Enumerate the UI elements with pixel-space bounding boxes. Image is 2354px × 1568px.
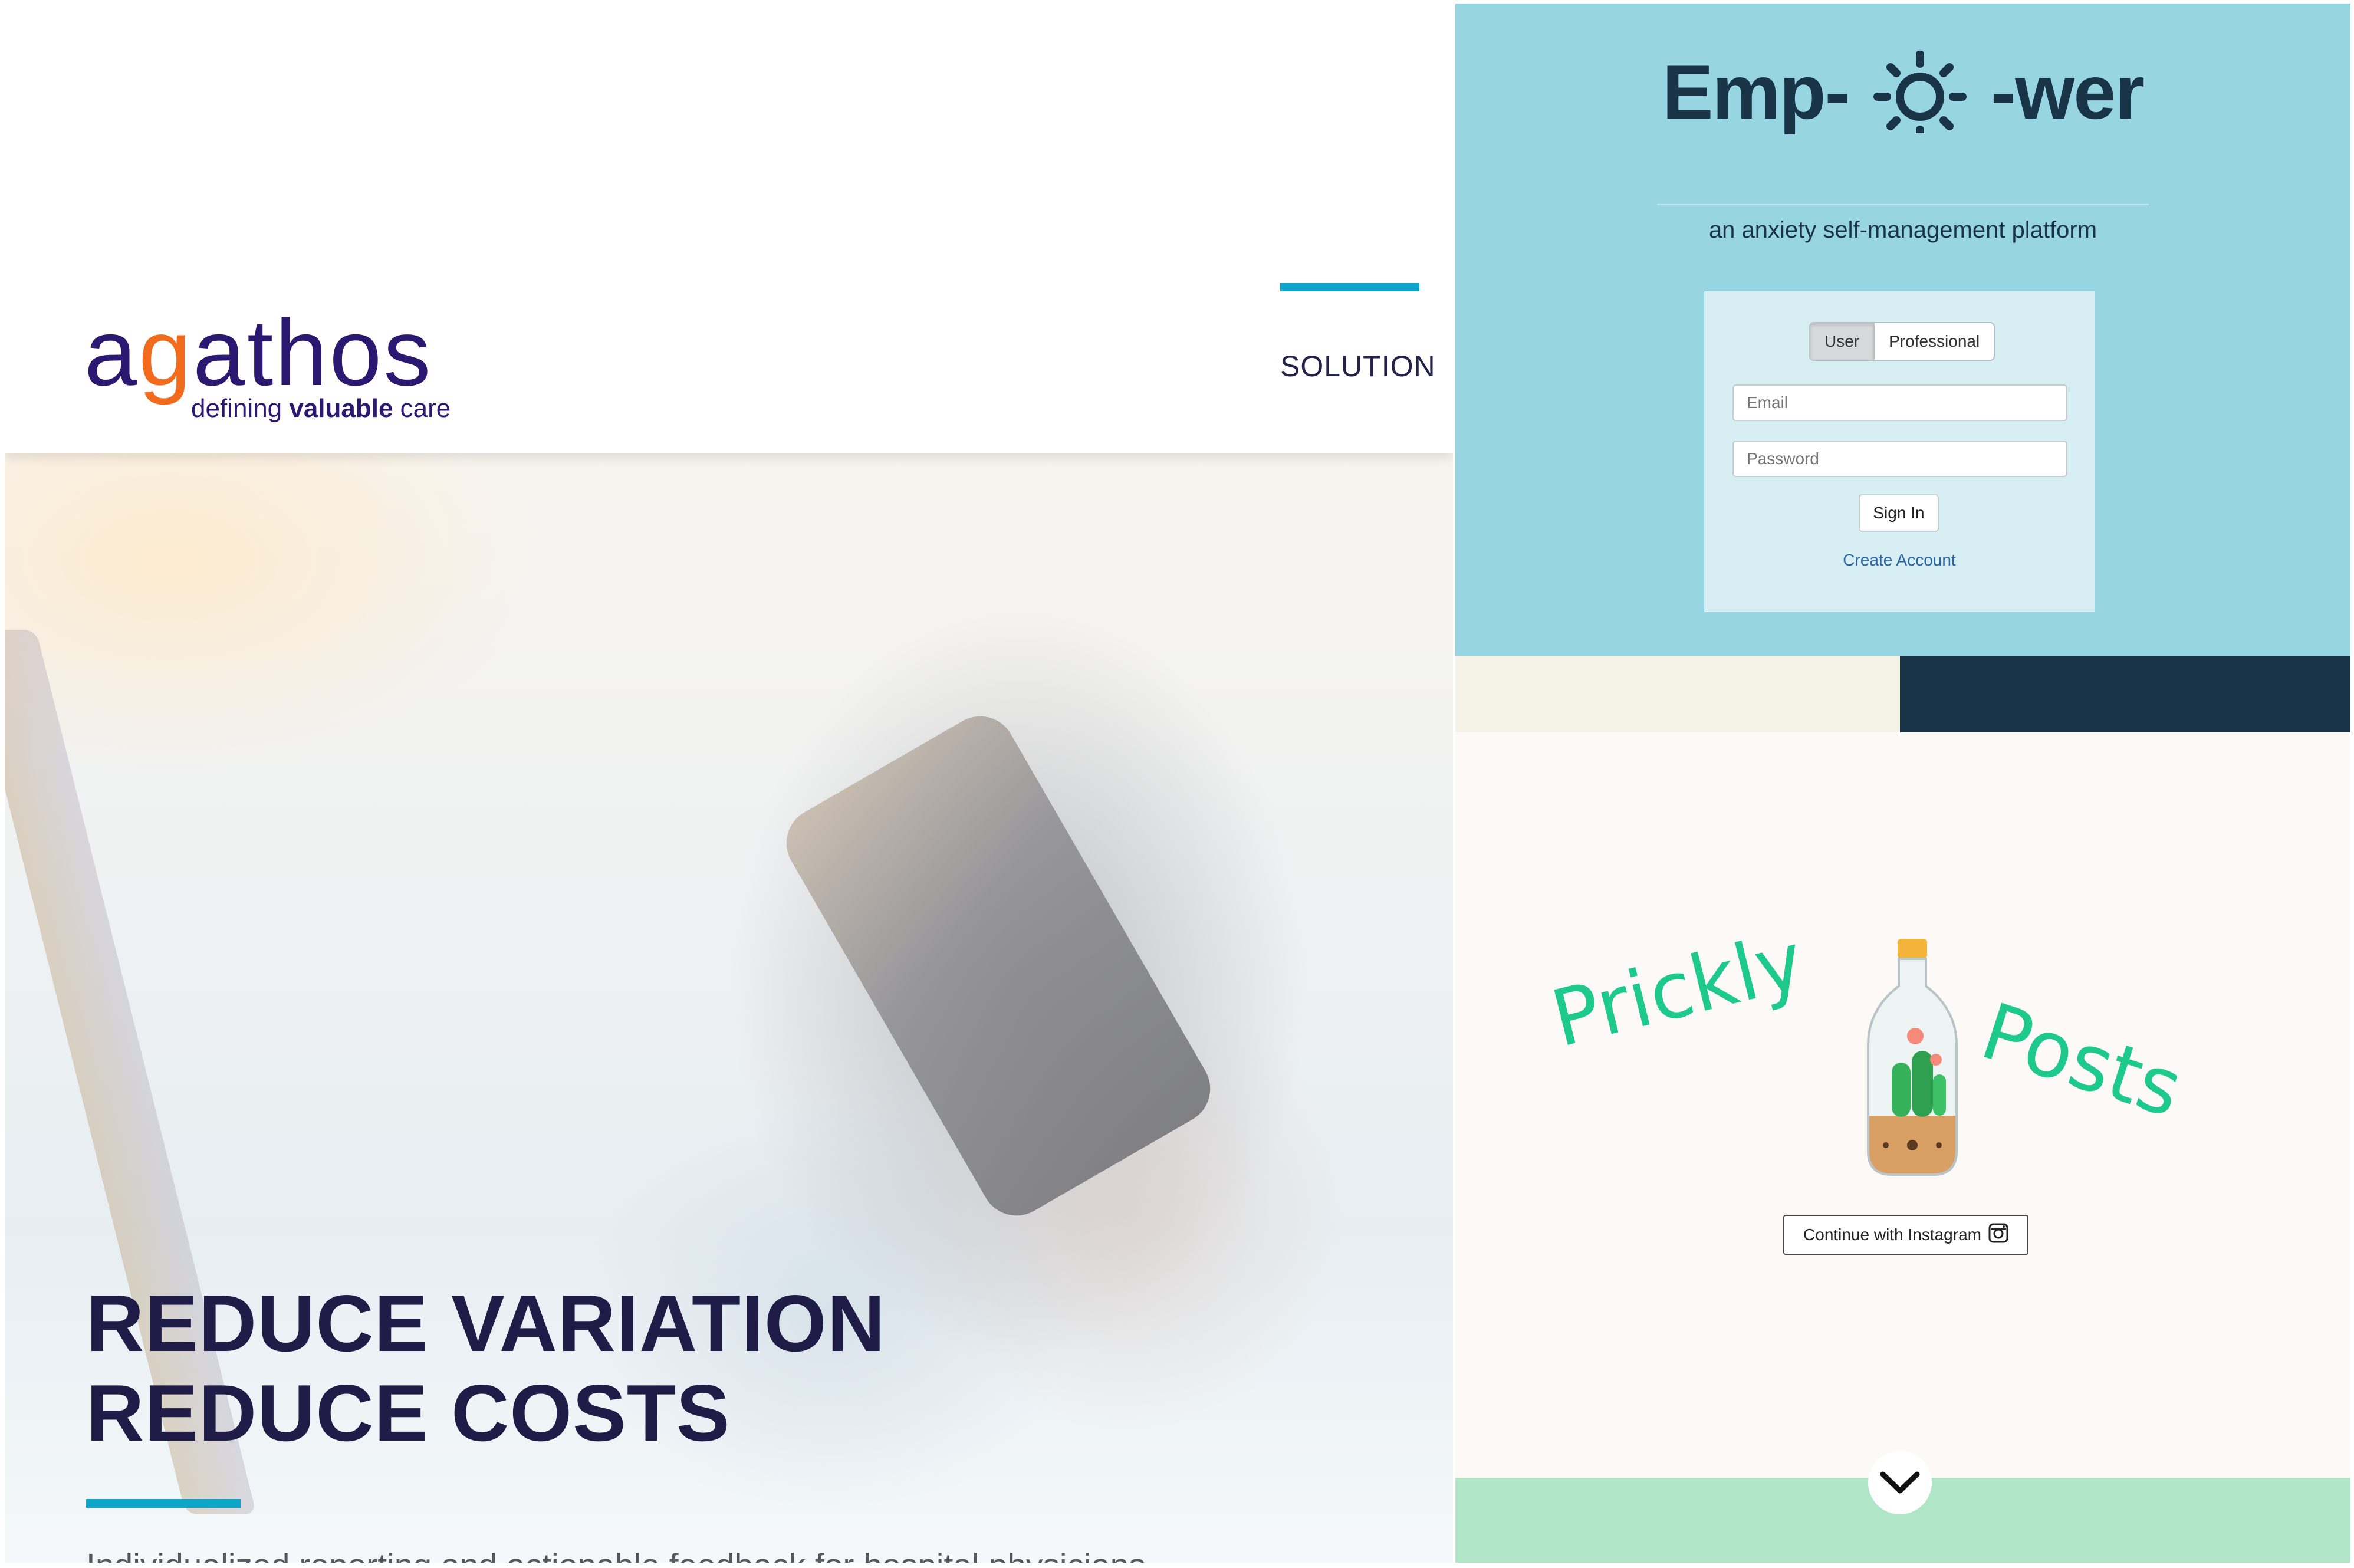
tagline-pre: defining	[191, 394, 290, 423]
hero-subtitle: Individualized reporting and actionable …	[86, 1546, 1146, 1563]
logo-rest: athos	[192, 300, 433, 405]
password-field[interactable]	[1732, 441, 2067, 477]
agathos-panel: REDUCE VARIATION REDUCE COSTS Individual…	[5, 283, 1453, 1563]
nav-item-solution[interactable]: SOLUTION	[1280, 349, 1436, 383]
sign-in-button[interactable]: Sign In	[1859, 494, 1939, 532]
prickly-panel: Prickly Posts Continue with Instagram	[1455, 732, 2350, 1563]
headline-line-2: REDUCE COSTS	[86, 1368, 731, 1458]
headline-line-1: REDUCE VARIATION	[86, 1278, 886, 1368]
footer-band-dark	[1900, 656, 2350, 732]
chevron-down-icon	[1880, 1471, 1920, 1494]
empower-logo: Emp- -wer	[1455, 49, 2350, 143]
empower-tagline: an anxiety self-management platform	[1708, 217, 2097, 243]
cactus-bottle-icon	[1856, 939, 1968, 1186]
sun-icon	[1849, 50, 1991, 143]
logo-g: g	[138, 300, 193, 405]
title-word-prickly: Prickly	[1543, 915, 1813, 1065]
scroll-down-button[interactable]	[1868, 1451, 1932, 1514]
agathos-logo[interactable]: agathos	[84, 305, 432, 400]
hero-headline: REDUCE VARIATION REDUCE COSTS	[86, 1278, 886, 1458]
logo-right: -wer	[1990, 49, 2145, 135]
create-account-link[interactable]: Create Account	[1704, 551, 2095, 570]
email-field[interactable]	[1732, 384, 2067, 421]
logo-divider	[1657, 204, 2149, 205]
nav-active-indicator	[1280, 283, 1419, 291]
role-toggle: User Professional	[1809, 322, 1995, 361]
continue-instagram-button[interactable]: Continue with Instagram	[1783, 1215, 2028, 1255]
toggle-user[interactable]: User	[1810, 323, 1875, 360]
logo-a: a	[84, 300, 139, 405]
title-word-posts: Posts	[1971, 986, 2193, 1136]
instagram-button-label: Continue with Instagram	[1803, 1225, 1981, 1244]
logo-tagline: defining valuable care	[191, 394, 451, 423]
headline-rule	[86, 1499, 241, 1508]
footer-band-light	[1455, 656, 1900, 732]
instagram-icon	[1988, 1223, 2008, 1247]
hero-image: REDUCE VARIATION REDUCE COSTS Individual…	[5, 453, 1453, 1563]
login-card: User Professional Sign In Create Account	[1704, 291, 2095, 612]
empower-panel: Emp- -wer an anxiety self-management plat…	[1455, 4, 2350, 732]
tagline-post: care	[393, 394, 451, 423]
logo-left: Emp-	[1662, 49, 1850, 135]
tagline-bold: valuable	[289, 394, 393, 423]
site-header: agathos defining valuable care SOLUTION	[5, 283, 1453, 453]
toggle-professional[interactable]: Professional	[1875, 323, 1994, 360]
